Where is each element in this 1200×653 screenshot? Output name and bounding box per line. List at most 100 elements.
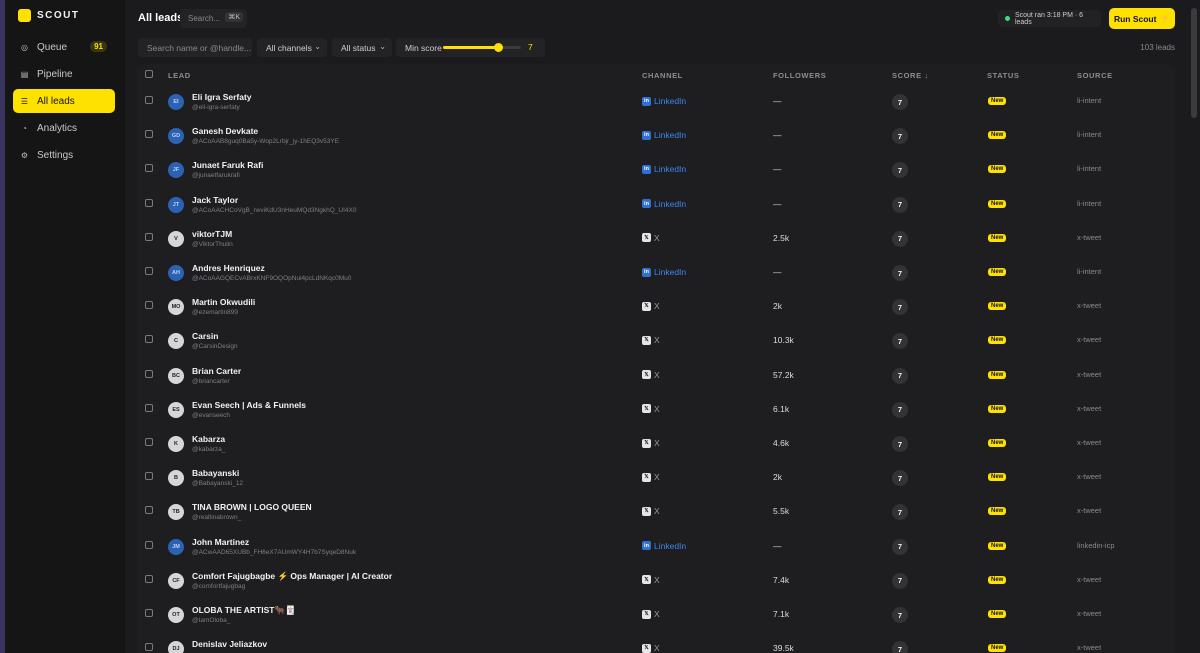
global-search-input[interactable]: Search... ⌘K: [180, 9, 247, 28]
column-lead[interactable]: LEAD: [168, 71, 191, 80]
lead-name[interactable]: Denislav Jeliazkov: [192, 639, 267, 649]
lead-name[interactable]: Andres Henriquez: [192, 263, 265, 273]
row-checkbox[interactable]: [145, 301, 153, 310]
row-checkbox[interactable]: [145, 130, 153, 139]
table-row[interactable]: K Kabarza @kabarza_ 𝕏 X 4.6k 7 New x-tweet: [137, 428, 1175, 462]
followers-count: 2k: [773, 472, 782, 483]
column-source[interactable]: SOURCE: [1077, 71, 1113, 80]
channel-name: X: [654, 438, 660, 448]
source-tag: x-tweet: [1077, 403, 1102, 413]
source-tag: x-tweet: [1077, 609, 1102, 618]
sidebar-item-settings[interactable]: ⚙ Settings: [13, 143, 115, 167]
select-all-checkbox[interactable]: [145, 70, 153, 78]
column-status[interactable]: STATUS: [987, 71, 1020, 80]
table-row[interactable]: CF Comfort Fajugbagbe ⚡ Ops Manager | AI …: [137, 565, 1175, 599]
avatar: B: [168, 470, 184, 487]
sidebar-item-analytics[interactable]: ◔ Analytics: [13, 116, 115, 140]
lead-name[interactable]: John Martinez: [192, 537, 249, 547]
queue-count-badge: 91: [90, 41, 107, 52]
lead-name[interactable]: Kabarza: [192, 434, 225, 444]
score-badge: 7: [892, 265, 908, 281]
row-checkbox[interactable]: [145, 232, 153, 241]
row-checkbox[interactable]: [145, 369, 153, 378]
lead-name[interactable]: Brian Carter: [192, 366, 241, 376]
row-checkbox[interactable]: [145, 164, 153, 173]
lead-name[interactable]: Junaet Faruk Rafi: [192, 160, 263, 170]
lead-search-input[interactable]: Search name or @handle...: [138, 38, 252, 57]
table-row[interactable]: JT Jack Taylor @ACoAACHCoVgB_rwviKdU3nHeuM…: [137, 189, 1175, 223]
avatar: TB: [168, 504, 184, 521]
table-row[interactable]: VviktorTJM @ViktorThulin 𝕏 X 2.5k 7 New x-tweet: [137, 223, 1175, 257]
avatar: EI: [168, 94, 184, 110]
status-badge: New: [988, 370, 1007, 379]
status-filter-select[interactable]: All status ⌄: [332, 38, 392, 57]
row-checkbox[interactable]: [145, 472, 153, 481]
score-badge: 7: [892, 367, 908, 384]
avatar: AH: [168, 265, 184, 281]
status-dot-icon: [1005, 16, 1010, 21]
table-row[interactable]: EI Eli Igra Serfaty @eli-igra-serfaty in Lin…: [137, 86, 1175, 120]
sidebar-item-queue[interactable]: ◎ Queue 91: [13, 35, 115, 59]
channel-cell: 𝕏X: [642, 575, 660, 585]
channel-name: X: [654, 369, 660, 380]
row-checkbox[interactable]: [145, 335, 153, 344]
lead-name[interactable]: Ganesh Devkate: [192, 126, 258, 136]
table-row[interactable]: GD Ganesh Devkate @ACoAAB8guq0Ba5y-Wop2Lrb…: [137, 120, 1175, 154]
lead-name[interactable]: Eli Igra Serfaty: [192, 92, 252, 102]
status-filter-value: All status: [341, 42, 376, 53]
channel-cell: 𝕏X: [642, 643, 660, 653]
lead-name[interactable]: Babayanski: [192, 468, 239, 478]
table-row[interactable]: B Babayanski @Babayanski_12 𝕏 X 2k 7 New x-tweet: [137, 462, 1175, 496]
row-checkbox[interactable]: [145, 540, 153, 549]
row-checkbox[interactable]: [145, 267, 153, 275]
lead-name[interactable]: Martin Okwudili: [192, 297, 255, 307]
lead-name[interactable]: TINA BROWN | LOGO QUEEN: [192, 502, 312, 512]
chevron-down-icon: ⌄: [379, 42, 386, 51]
table-row[interactable]: C Carsin @CarsinDesign 𝕏 X 10.3k 7 New x-tweet: [137, 325, 1175, 359]
table-row[interactable]: BC Brian Carter @briancarter 𝕏 X 57.2k 7 New x-t…: [137, 360, 1175, 394]
column-followers[interactable]: FOLLOWERS: [773, 71, 826, 80]
lead-name[interactable]: viktorTJM: [192, 229, 232, 239]
row-checkbox[interactable]: [145, 403, 153, 412]
lead-name[interactable]: Jack Taylor: [192, 195, 238, 205]
scout-status-text: Scout ran 3:18 PM · 6 leads: [1014, 11, 1084, 26]
channel-filter-select[interactable]: All channels ⌄: [257, 38, 327, 57]
status-badge: New: [988, 165, 1007, 174]
x-icon: 𝕏: [642, 575, 651, 585]
row-checkbox[interactable]: [145, 506, 153, 515]
channel-cell: in LinkedIn: [642, 96, 686, 106]
lead-handle: @ACoAACHCoVgB_rwviKdU3nHeuMQd3NgkhQ_UI4X…: [192, 206, 357, 214]
x-icon: 𝕏: [642, 301, 651, 311]
table-row[interactable]: MO Martin Okwudili @ezemartin899 𝕏 X 2k 7 New x-…: [137, 291, 1175, 325]
row-checkbox[interactable]: [145, 198, 153, 207]
sidebar-item-all-leads[interactable]: ☰ All leads: [13, 89, 115, 113]
table-row[interactable]: JF Junaet Faruk Rafi @junaetfarukrafi in Lin…: [137, 154, 1175, 188]
table-row[interactable]: JM John Martinez @ACwAAD65XUBb_FH6eX7AUmWY…: [137, 531, 1175, 565]
lead-name[interactable]: Comfort Fajugbagbe ⚡ Ops Manager | AI Cr…: [192, 571, 392, 582]
lead-name[interactable]: OLOBA THE ARTIST🐂🃏: [192, 605, 296, 616]
slider-handle[interactable]: [493, 43, 503, 52]
column-score[interactable]: SCORE ↓: [892, 71, 929, 80]
linkedin-icon: in: [642, 267, 651, 277]
table-row[interactable]: OT OLOBA THE ARTIST🐂🃏 @IamOloba_ 𝕏 X 7.1k 7 New…: [137, 599, 1175, 633]
source-tag: li-intent: [1077, 198, 1102, 208]
table-row[interactable]: DJ Denislav Jeliazkov 𝕏 X 39.5k 7 New x-tweet: [137, 633, 1175, 653]
lead-name[interactable]: Evan Seech | Ads & Funnels: [192, 400, 306, 410]
brand[interactable]: SCOUT: [18, 9, 80, 22]
table-row[interactable]: ES Evan Seech | Ads & Funnels @evanseech 𝕏 X…: [137, 394, 1175, 428]
min-score-slider[interactable]: [443, 43, 521, 52]
lead-name[interactable]: Carsin: [192, 331, 218, 341]
scrollbar[interactable]: [1191, 8, 1197, 118]
table-row[interactable]: TB TINA BROWN | LOGO QUEEN @realtinabrown_…: [137, 496, 1175, 530]
row-checkbox[interactable]: [145, 609, 153, 617]
sidebar-item-pipeline[interactable]: ▤ Pipeline: [13, 62, 115, 86]
run-scout-button[interactable]: Run Scout ⚡: [1109, 8, 1175, 29]
channel-cell: in LinkedIn: [642, 164, 686, 174]
row-checkbox[interactable]: [145, 438, 153, 446]
table-row[interactable]: AH Andres Henriquez @ACoAAGQECvABrxKNF9OQO…: [137, 257, 1175, 291]
column-channel[interactable]: CHANNEL: [642, 71, 683, 80]
row-checkbox[interactable]: [145, 643, 153, 652]
row-checkbox[interactable]: [145, 574, 153, 583]
row-checkbox[interactable]: [145, 96, 153, 104]
lightning-icon: ⚡: [1159, 13, 1171, 23]
